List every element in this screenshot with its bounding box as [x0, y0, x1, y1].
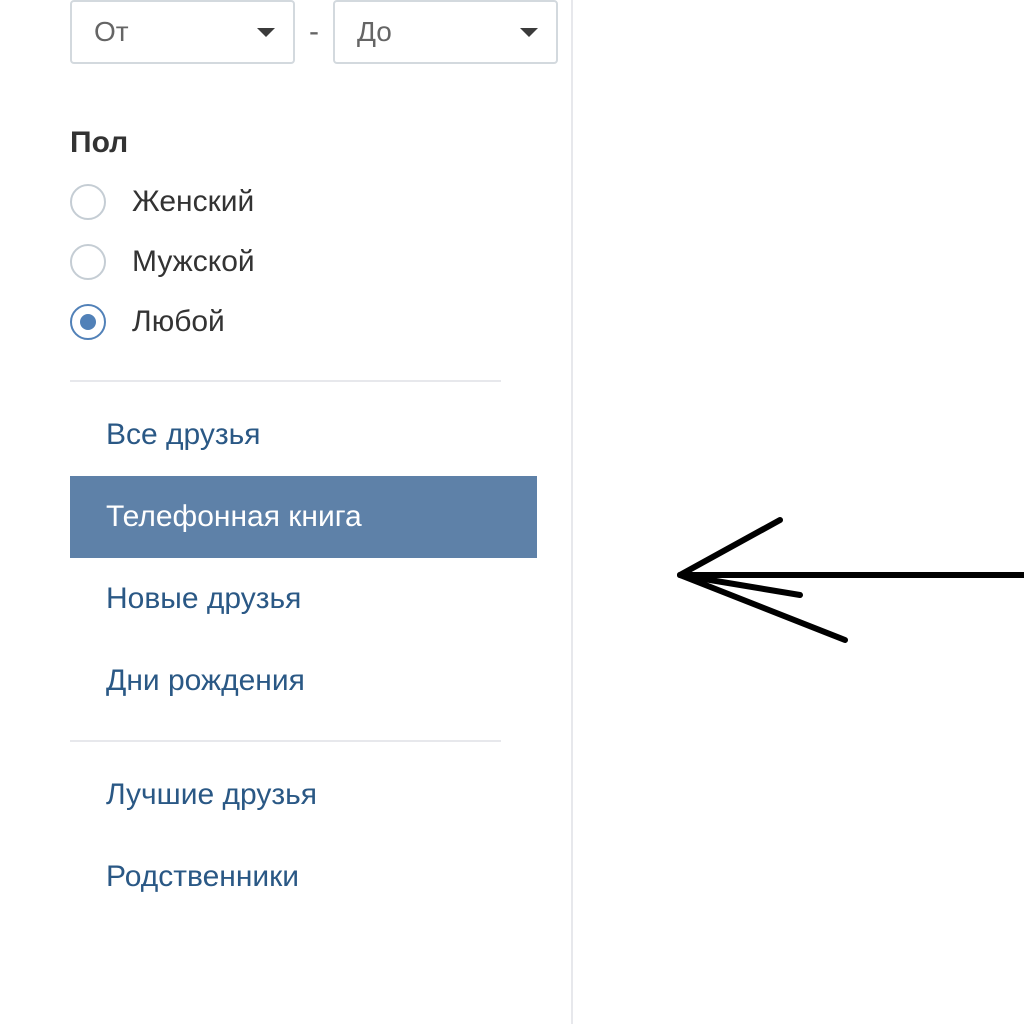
range-to-label: До — [357, 16, 392, 48]
nav-item-relatives[interactable]: Родственники — [0, 836, 571, 918]
friends-nav-list: Все друзья Телефонная книга Новые друзья… — [0, 394, 571, 722]
divider — [70, 380, 501, 382]
radio-icon — [70, 304, 106, 340]
gender-option-label: Любой — [132, 305, 225, 339]
nav-item-best-friends[interactable]: Лучшие друзья — [0, 754, 571, 836]
gender-option-any[interactable]: Любой — [70, 304, 571, 340]
gender-section-title: Пол — [0, 126, 571, 160]
divider — [70, 740, 501, 742]
range-to-dropdown[interactable]: До — [333, 0, 558, 64]
nav-item-birthdays[interactable]: Дни рождения — [0, 640, 571, 722]
radio-icon — [70, 184, 106, 220]
gender-option-female[interactable]: Женский — [70, 184, 571, 220]
nav-item-new-friends[interactable]: Новые друзья — [0, 558, 571, 640]
range-from-dropdown[interactable]: От — [70, 0, 295, 64]
radio-dot-icon — [80, 314, 96, 330]
nav-item-phone-book[interactable]: Телефонная книга — [70, 476, 537, 558]
friends-groups-list: Лучшие друзья Родственники — [0, 754, 571, 918]
gender-option-label: Женский — [132, 185, 254, 219]
range-from-label: От — [94, 16, 129, 48]
arrow-annotation-icon — [670, 490, 1024, 650]
gender-option-label: Мужской — [132, 245, 255, 279]
chevron-down-icon — [257, 28, 275, 37]
age-range-row: От - До — [0, 0, 571, 64]
nav-item-all-friends[interactable]: Все друзья — [0, 394, 571, 476]
chevron-down-icon — [520, 28, 538, 37]
radio-icon — [70, 244, 106, 280]
gender-radio-group: Женский Мужской Любой — [0, 184, 571, 340]
range-separator: - — [309, 15, 319, 49]
filter-sidebar: От - До Пол Женский Мужской Любой Все др… — [0, 0, 573, 1024]
gender-option-male[interactable]: Мужской — [70, 244, 571, 280]
